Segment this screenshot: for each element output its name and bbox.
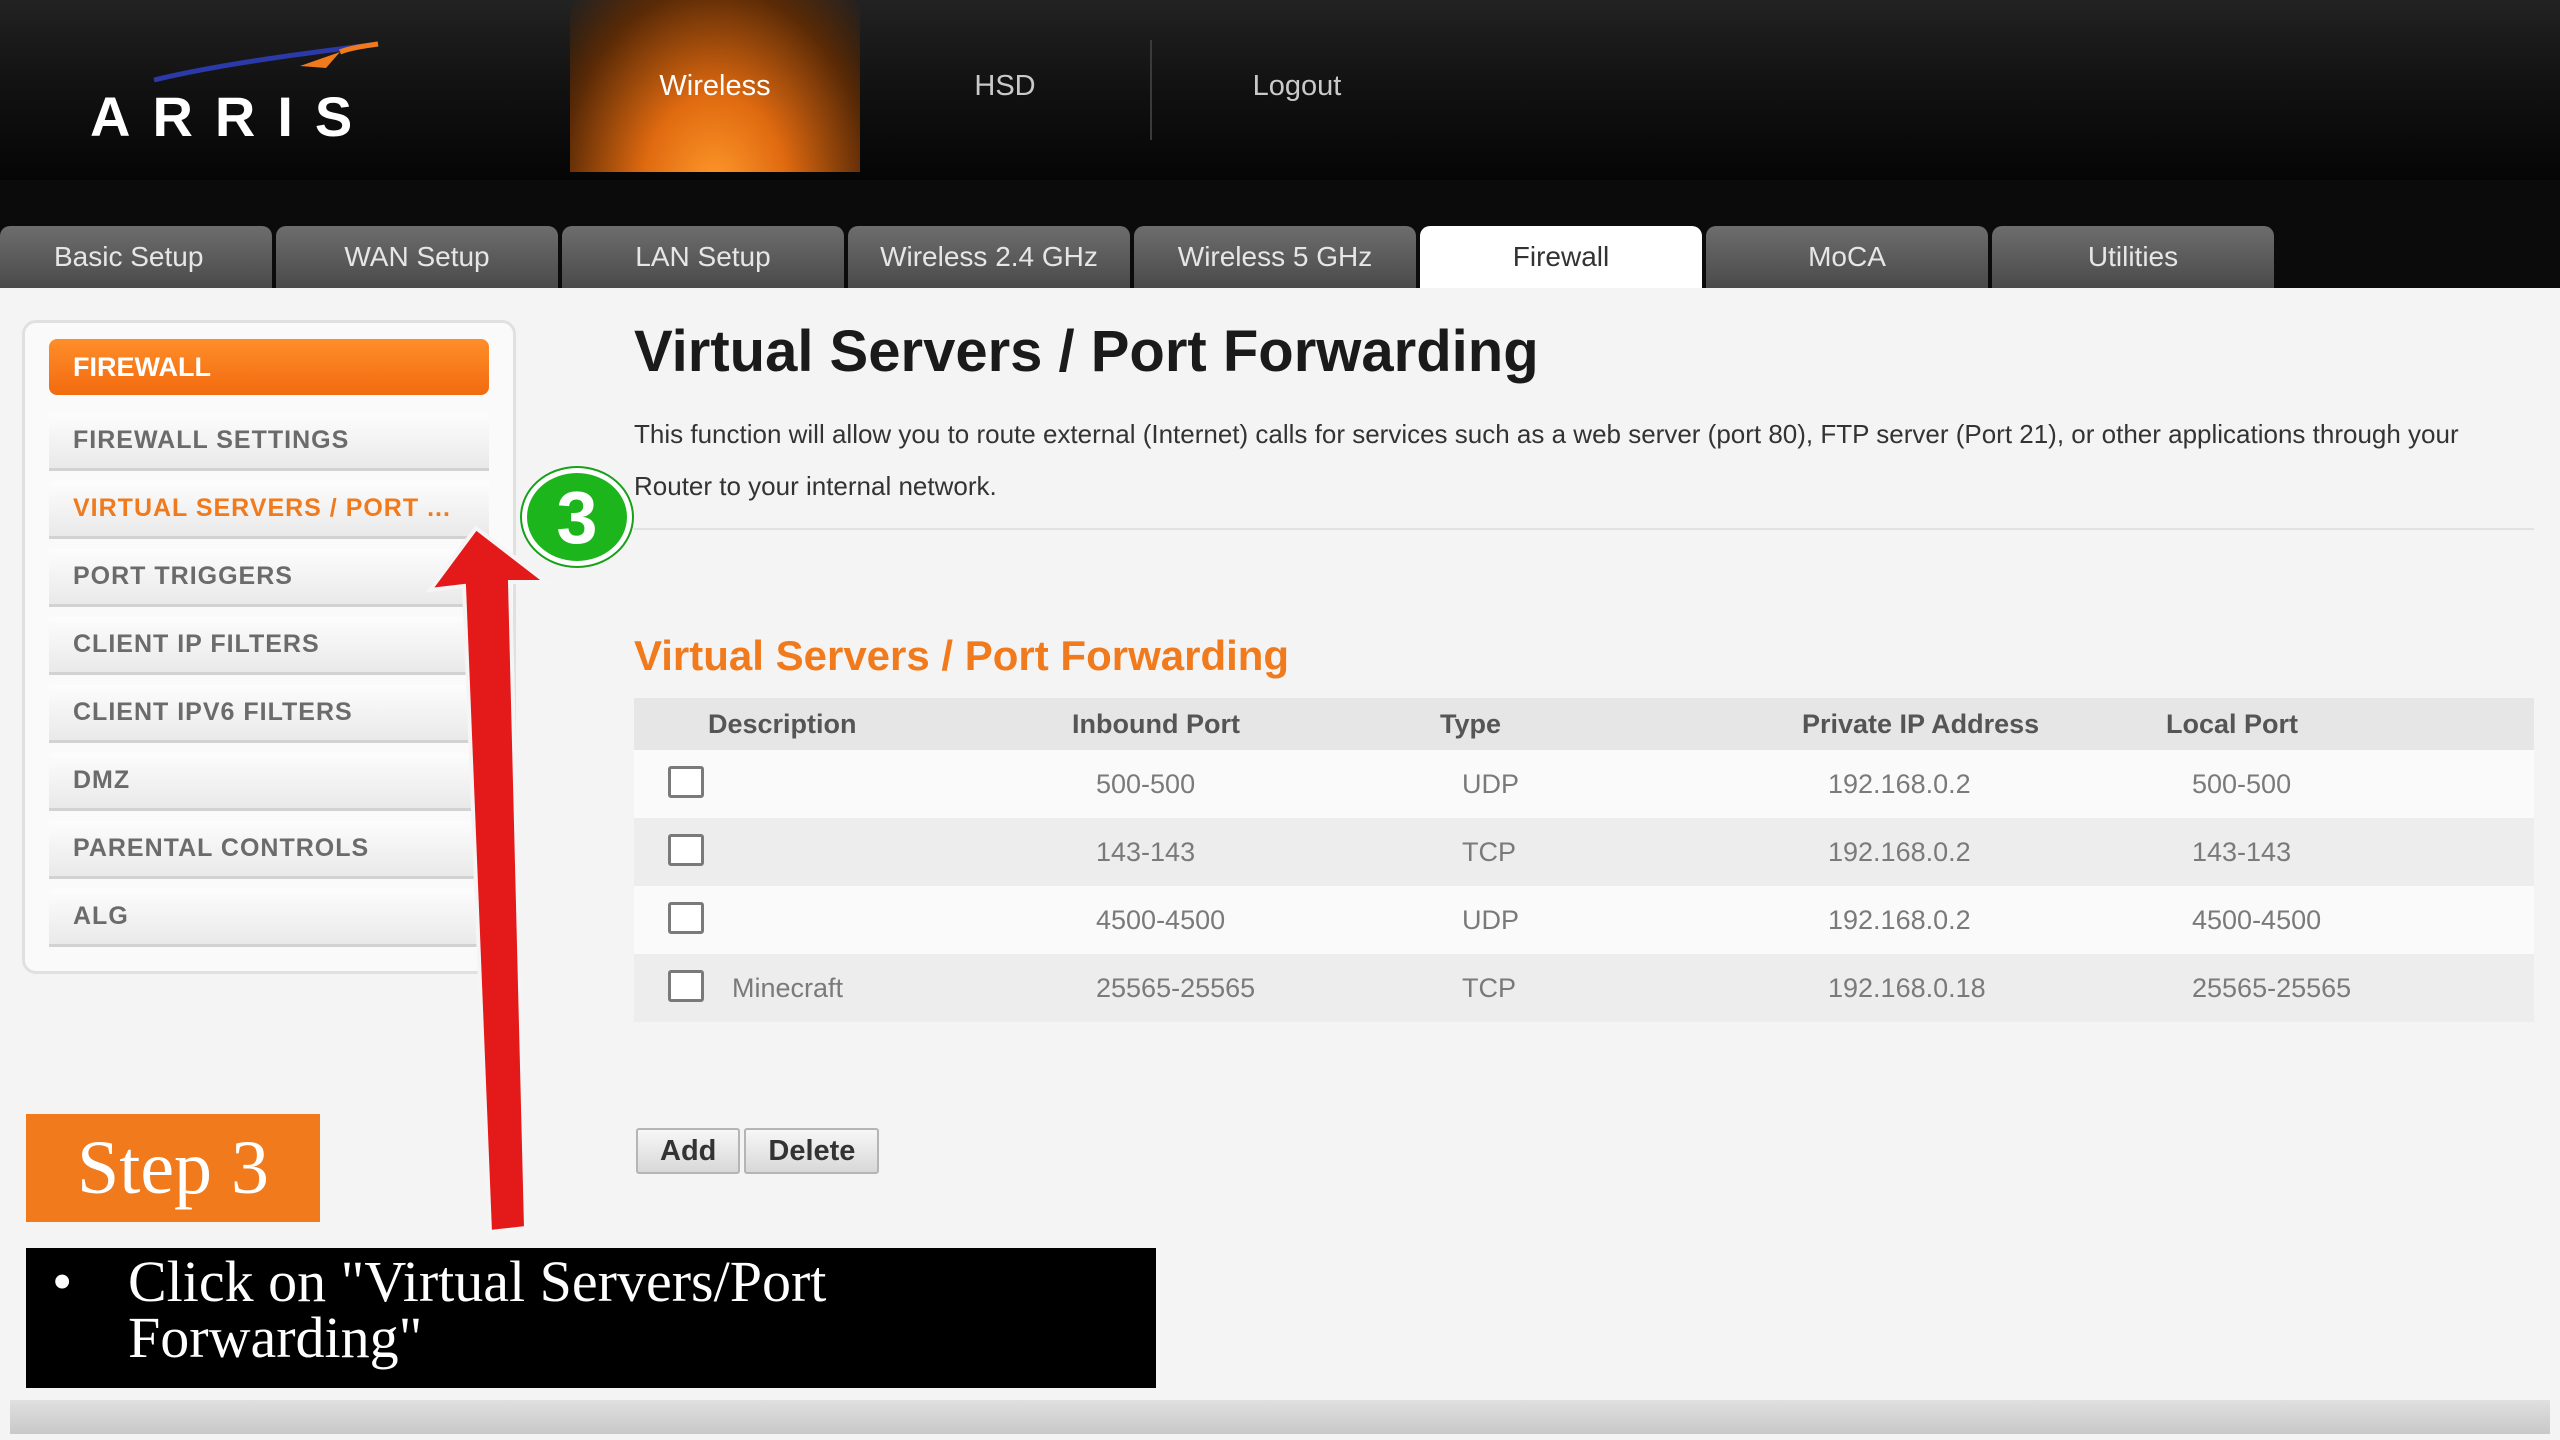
column-header-type: Type [1440,708,1502,739]
cell-private-ip: 192.168.0.2 [1828,768,1971,799]
brand-name: ARRIS [90,85,375,148]
step-label: Step 3 [26,1114,320,1222]
top-nav-hsd[interactable]: HSD [860,0,1150,172]
cell-local-port: 143-143 [2192,836,2292,867]
top-header: ARRIS Wireless HSD Logout [0,0,2560,180]
column-header-description: Description [708,708,857,739]
page-description: This function will allow you to route ex… [634,419,2459,501]
arris-logo: ARRIS [90,40,390,148]
cell-inbound-port: 25565-25565 [1096,972,1256,1003]
top-nav-logout[interactable]: Logout [1152,0,1442,172]
tab-firewall[interactable]: Firewall [1420,226,1702,288]
logo-swoosh-icon [153,41,379,83]
row-checkbox[interactable] [668,902,704,934]
cell-private-ip: 192.168.0.2 [1828,836,1971,867]
divider [634,528,2534,530]
section-title: Virtual Servers / Port Forwarding [634,632,1290,679]
table-row: 143-143 TCP 192.168.0.2 143-143 [634,818,2534,886]
cell-private-ip: 192.168.0.18 [1828,972,1986,1003]
table-header-row: Description Inbound Port Type Private IP… [634,698,2534,750]
table-row: 500-500 UDP 192.168.0.2 500-500 [634,750,2534,818]
port-forwarding-table: Description Inbound Port Type Private IP… [634,698,2534,1022]
cell-local-port: 25565-25565 [2192,972,2352,1003]
tab-basic-setup[interactable]: Basic Setup [0,226,272,288]
tab-wireless-5[interactable]: Wireless 5 GHz [1134,226,1416,288]
add-button[interactable]: Add [636,1128,741,1174]
tab-lan-setup[interactable]: LAN Setup [562,226,844,288]
row-checkbox[interactable] [668,834,704,866]
table-row: Minecraft 25565-25565 TCP 192.168.0.18 2… [634,954,2534,1022]
cell-type: TCP [1462,972,1516,1003]
instruction-caption: • Click on "Virtual Servers/Port Forward… [26,1248,1156,1388]
cell-local-port: 4500-4500 [2192,904,2322,935]
delete-button[interactable]: Delete [744,1128,880,1174]
cell-type: TCP [1462,836,1516,867]
cell-local-port: 500-500 [2192,768,2292,799]
top-nav-wireless[interactable]: Wireless [570,0,860,172]
cell-private-ip: 192.168.0.2 [1828,904,1971,935]
cell-type: UDP [1462,904,1520,935]
cell-description: Minecraft [732,972,844,1003]
cell-type: UDP [1462,768,1520,799]
column-header-private-ip: Private IP Address [1802,708,2040,739]
instruction-text: Click on "Virtual Servers/Port Forwardin… [128,1249,827,1370]
tab-bar: Basic Setup WAN Setup LAN Setup Wireless… [0,180,2560,288]
table-row: 4500-4500 UDP 192.168.0.2 4500-4500 [634,886,2534,954]
footer-bar [10,1400,2550,1434]
red-arrow-icon [425,525,552,1235]
cell-inbound-port: 500-500 [1096,768,1196,799]
tab-list: Basic Setup WAN Setup LAN Setup Wireless… [0,226,2274,288]
tab-wireless-24[interactable]: Wireless 2.4 GHz [848,226,1130,288]
tab-utilities[interactable]: Utilities [1992,226,2274,288]
top-nav: Wireless HSD Logout [570,0,1442,172]
tab-moca[interactable]: MoCA [1706,226,1988,288]
sidebar-item-firewall-settings[interactable]: FIREWALL SETTINGS [49,413,489,471]
step-number-badge: 3 [522,468,632,566]
row-checkbox[interactable] [668,970,704,1002]
table-actions: Add Delete [636,1128,880,1174]
column-header-inbound-port: Inbound Port [1072,708,1240,739]
cell-inbound-port: 4500-4500 [1096,904,1226,935]
row-checkbox[interactable] [668,766,704,798]
page-title: Virtual Servers / Port Forwarding [634,319,1539,384]
tab-wan-setup[interactable]: WAN Setup [276,226,558,288]
column-header-local-port: Local Port [2166,708,2299,739]
cell-inbound-port: 143-143 [1096,836,1196,867]
bullet-icon: • [52,1249,73,1314]
sidebar-header: FIREWALL [49,339,489,395]
